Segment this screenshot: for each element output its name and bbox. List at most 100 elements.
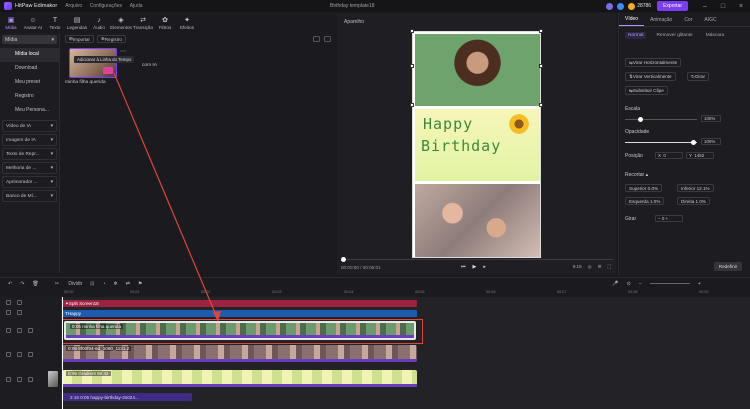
lock-icon[interactable]	[6, 328, 11, 333]
mute-icon[interactable]	[28, 352, 33, 357]
split-button[interactable]: ✂ Dividir	[47, 281, 82, 287]
nav-record[interactable]: Registro	[0, 90, 59, 104]
filter-icon[interactable]	[313, 36, 320, 42]
play-icon[interactable]: ▶	[473, 264, 477, 270]
rotate-field[interactable]: − 0 +	[655, 215, 683, 222]
edit-icon[interactable]	[6, 310, 11, 315]
redo-icon[interactable]: ↷	[20, 281, 24, 287]
visibility-icon[interactable]	[17, 328, 22, 333]
more-icon[interactable]: ⋯	[120, 48, 126, 55]
flip-horizontal-button[interactable]: ⇋ Virar Horizontalmente	[625, 58, 682, 67]
maximize-icon[interactable]: □	[714, 3, 732, 10]
tab-color[interactable]: Cor	[678, 17, 698, 26]
video-clip-3[interactable]: 0:05 Gradient 80:42	[62, 370, 417, 387]
user-avatar[interactable]	[606, 2, 614, 10]
resize-handle[interactable]	[539, 64, 543, 68]
tool-media[interactable]: ▣ Mídia	[0, 17, 22, 32]
next-frame-icon[interactable]: ▸	[483, 264, 486, 270]
mute-icon[interactable]	[28, 328, 33, 333]
opacity-value[interactable]: 100%	[701, 138, 721, 145]
crop-bottom-field[interactable]: Inferior 12.1%	[677, 184, 714, 192]
tab-aigc[interactable]: AIGC	[698, 17, 722, 26]
nav-stock-media[interactable]: Banco de Mí... ▾	[2, 190, 57, 202]
reset-button[interactable]: Redefinir	[714, 262, 742, 271]
zoom-slider[interactable]	[649, 283, 690, 284]
scrubber-knob[interactable]	[341, 257, 346, 262]
tool-captions[interactable]: ▤ Legendas	[66, 17, 88, 32]
audio-clip[interactable]: 2:16 0:05 happy-birthday-2s024...	[62, 393, 192, 401]
scale-slider[interactable]	[625, 119, 697, 120]
media-thumbnail[interactable]	[69, 48, 117, 78]
speed-icon[interactable]: ◔	[102, 281, 105, 287]
tab-animation[interactable]: Animação	[644, 17, 678, 26]
position-x-field[interactable]: X 0	[655, 152, 683, 159]
mirror-icon[interactable]: ⇄	[126, 281, 130, 287]
flip-vertical-button[interactable]: ⇅ Virar Verticalmente	[625, 72, 676, 81]
timeline-ruler[interactable]: 00:00 00:01 00:02 00:03 00:04 00:05 00:0…	[62, 289, 750, 297]
video-clip-1[interactable]: 0:05 minha filha querida	[64, 321, 416, 340]
crop-top-field[interactable]: Superior 0.0%	[625, 184, 663, 192]
lock-icon[interactable]	[6, 352, 11, 357]
delete-icon[interactable]: 🗑	[32, 281, 38, 287]
visibility-icon[interactable]	[17, 352, 22, 357]
aspect-ratio-select[interactable]: 9:16	[573, 264, 582, 270]
nav-enhancer[interactable]: Aprimorador ... ▾	[2, 176, 57, 188]
chevron-up-icon[interactable]: ▴	[646, 172, 649, 178]
nav-download[interactable]: Download	[0, 62, 59, 76]
vip-icon[interactable]	[617, 2, 625, 10]
video-clip-2[interactable]: 0:05 8f00f94-6d_1080_1131.2	[62, 345, 417, 362]
nav-enhance[interactable]: Melhoria de ... ▾	[2, 162, 57, 174]
minimize-icon[interactable]: –	[696, 3, 714, 10]
subtab-mask[interactable]: Máscara	[703, 32, 727, 39]
tool-audio[interactable]: ♪ Áudio	[88, 17, 110, 32]
resize-handle[interactable]	[410, 29, 414, 33]
nav-section-media[interactable]: Mídia ▾	[2, 35, 57, 44]
undo-icon[interactable]: ↶	[8, 281, 12, 287]
snap-icon[interactable]: ⊙	[627, 281, 631, 287]
nav-text-to-speech[interactable]: Texto de Repr... ▾	[2, 148, 57, 160]
plus-icon[interactable]: +	[666, 216, 669, 221]
rotate-button[interactable]: ↻ Girar	[687, 72, 710, 81]
resize-handle[interactable]	[539, 103, 543, 107]
playhead[interactable]	[62, 297, 63, 409]
preview-canvas[interactable]: Happy Birthday	[410, 29, 543, 258]
resize-handle[interactable]	[539, 29, 543, 33]
fullscreen-icon[interactable]: ⛶	[608, 264, 611, 270]
tool-elements[interactable]: ◈ Elementos	[110, 17, 132, 32]
prev-frame-icon[interactable]: ⏮	[461, 264, 466, 270]
minus-icon[interactable]: −	[658, 216, 661, 221]
close-icon[interactable]: ×	[732, 3, 750, 10]
effect-clip-split-screen[interactable]: ✦ Split Screen18	[62, 300, 417, 307]
crop-icon[interactable]: ⊡	[90, 281, 94, 287]
export-button[interactable]: Exportar	[657, 1, 688, 11]
cover-thumbnail[interactable]	[48, 371, 58, 387]
mic-icon[interactable]: 🎤	[612, 281, 618, 287]
crop-left-field[interactable]: Esquerda 1.0%	[625, 197, 665, 205]
nav-ai-image[interactable]: Imagem de IA ▾	[2, 134, 57, 146]
subtab-remove-glitch[interactable]: Remover glitante	[653, 32, 695, 39]
mute-icon[interactable]	[28, 377, 33, 382]
resize-handle[interactable]	[410, 103, 414, 107]
tool-effects[interactable]: ✦ Efeitos	[176, 17, 198, 32]
player-scrubber[interactable]	[343, 259, 613, 260]
marker-icon[interactable]: ⚑	[138, 281, 142, 287]
scale-slider-knob[interactable]	[638, 117, 643, 122]
import-button[interactable]: ⊞ Importar	[65, 35, 94, 43]
menu-help[interactable]: Ajuda	[130, 3, 143, 9]
grid-view-icon[interactable]	[324, 36, 331, 42]
add-to-timeline-icon[interactable]	[103, 67, 113, 74]
menu-settings[interactable]: Configurações	[90, 3, 122, 9]
edit-icon[interactable]	[6, 300, 11, 305]
opacity-slider-knob[interactable]	[691, 140, 696, 145]
tool-filters[interactable]: ✿ Filtros	[154, 17, 176, 32]
snapshot-icon[interactable]: ◎	[588, 264, 592, 270]
visibility-icon[interactable]	[17, 310, 22, 315]
zoom-out-icon[interactable]: −	[639, 281, 642, 287]
nav-my-persona[interactable]: Meu Persona...	[0, 104, 59, 118]
tab-video[interactable]: Vídeo	[619, 16, 645, 26]
crop-right-field[interactable]: Direita 1.0%	[677, 197, 711, 205]
tool-transition[interactable]: ⇄ Transição	[132, 17, 154, 32]
opacity-slider[interactable]	[625, 142, 697, 143]
settings-icon[interactable]: ⚙	[598, 264, 602, 270]
resize-handle[interactable]	[410, 64, 414, 68]
